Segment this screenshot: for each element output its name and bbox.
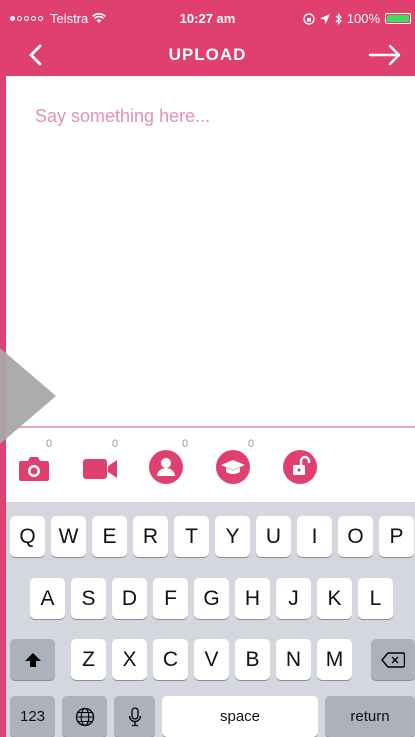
key-x[interactable]: X [112,639,147,680]
next-button[interactable] [365,38,405,72]
key-o[interactable]: O [338,516,373,557]
key-c[interactable]: C [153,639,188,680]
post-text-input[interactable] [35,102,395,130]
keyboard: Q W E R T Y U I O P A S D F G H J K L Z … [6,502,415,737]
space-key[interactable]: space [162,696,318,737]
key-u[interactable]: U [256,516,291,557]
key-j[interactable]: J [276,578,311,619]
key-v[interactable]: V [194,639,229,680]
privacy-toggle-button[interactable] [283,442,317,486]
key-t[interactable]: T [174,516,209,557]
key-n[interactable]: N [276,639,311,680]
key-f[interactable]: F [153,578,188,619]
video-count: 0 [112,438,119,450]
key-r[interactable]: R [133,516,168,557]
key-z[interactable]: Z [71,639,106,680]
attachment-toolbar: 0 0 0 0 [6,428,415,502]
backspace-icon [381,651,405,668]
key-p[interactable]: P [379,516,414,557]
key-y[interactable]: Y [215,516,250,557]
unlock-icon [283,450,317,484]
key-w[interactable]: W [51,516,86,557]
bluetooth-icon [335,12,342,25]
key-q[interactable]: Q [10,516,45,557]
education-count: 0 [248,438,255,450]
key-l[interactable]: L [358,578,393,619]
dictation-key[interactable] [114,696,155,737]
globe-key[interactable] [62,696,107,737]
play-overlay-icon [0,348,56,444]
microphone-icon [128,706,141,726]
people-count: 0 [182,438,189,450]
video-camera-icon [83,459,117,479]
tag-people-button[interactable] [149,442,183,486]
key-a[interactable]: A [30,578,65,619]
shift-arrow-icon [24,652,41,667]
key-h[interactable]: H [235,578,270,619]
graduation-cap-icon [216,450,250,484]
camera-icon [19,457,49,481]
nav-bar: UPLOAD [0,36,415,76]
battery-level-fill [387,15,409,22]
shift-key[interactable] [10,639,55,680]
orientation-lock-icon [303,12,315,25]
numbers-key[interactable]: 123 [10,696,55,737]
add-education-button[interactable] [216,442,250,486]
battery-icon [385,13,411,24]
person-icon [149,450,183,484]
key-m[interactable]: M [317,639,352,680]
compose-area: 0 0 0 0 [6,76,415,502]
globe-icon [75,707,94,726]
status-right-indicators: 100% [303,11,411,26]
return-key[interactable]: return [325,696,415,737]
key-d[interactable]: D [112,578,147,619]
key-i[interactable]: I [297,516,332,557]
key-k[interactable]: K [317,578,352,619]
battery-percent: 100% [346,11,380,26]
arrow-right-icon [368,44,401,66]
key-s[interactable]: S [71,578,106,619]
key-b[interactable]: B [235,639,270,680]
key-e[interactable]: E [92,516,127,557]
delete-key[interactable] [371,639,415,680]
status-bar: Telstra 10:27 am 100% [0,0,415,36]
key-g[interactable]: G [194,578,229,619]
page-title: UPLOAD [168,45,247,64]
location-arrow-icon [319,13,330,24]
